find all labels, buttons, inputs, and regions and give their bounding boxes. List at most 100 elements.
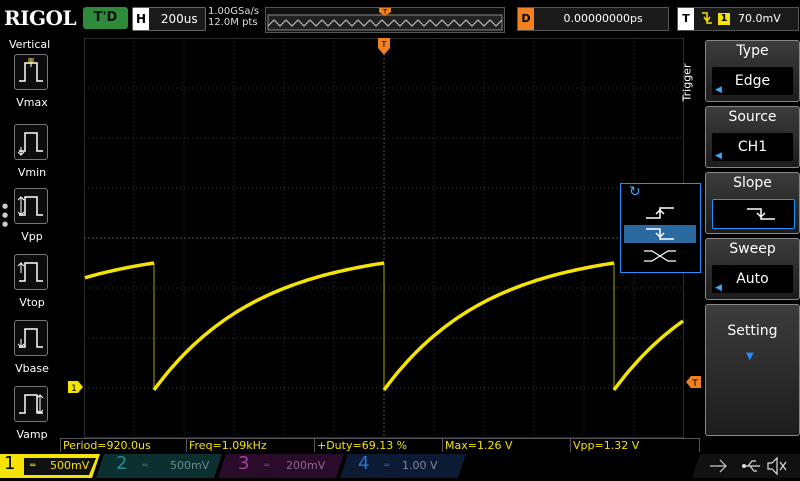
trigger-position-marker[interactable]: T (378, 38, 390, 56)
ch1-number: 1 (4, 453, 16, 474)
menu-title: Slope (733, 175, 772, 191)
rotate-knob-icon: ↻ (629, 184, 641, 200)
dc-coupling-icon: ═ (384, 461, 390, 471)
ch3-scale: 200mV (286, 459, 326, 472)
menu-title: Type (736, 43, 769, 59)
arrow-icon (706, 456, 738, 476)
measurement-duty[interactable]: +Duty=69.13 % (314, 438, 444, 453)
measurement-vpp[interactable]: Vpp=1.32 V (570, 438, 700, 453)
usb-icon (740, 456, 764, 476)
trigger-menu-tab: Trigger (680, 38, 704, 138)
ch1-tab[interactable]: 1 ═ 500mV (0, 453, 100, 478)
ch2-number: 2 (116, 453, 128, 474)
trigger-setting-button[interactable]: Setting ▼ (705, 304, 800, 436)
run-status-badge[interactable]: T'D (83, 7, 128, 29)
falling-edge-option[interactable] (624, 225, 696, 243)
svg-text:T: T (691, 379, 698, 388)
dc-coupling-icon: ═ (142, 461, 148, 471)
measure-label: Vmin (17, 166, 47, 179)
delay-label: D (518, 8, 534, 30)
left-triangle-icon: ◀ (715, 85, 722, 95)
measure-panel: Vertical ●●● Vmax Vmin Vpp Vtop Vbase (0, 36, 60, 452)
delay-box[interactable]: D 0.00000000ps (517, 7, 669, 31)
memory-depth: 12.0M pts (208, 17, 258, 28)
channel-bar: 1 ═ 500mV 2 ═ 500mV 3 ═ 200mV 4 ═ 1.00 V (0, 452, 800, 480)
rising-edge-icon (646, 207, 674, 219)
measurement-period[interactable]: Period=920.0us (60, 438, 188, 453)
either-edge-option[interactable] (624, 247, 696, 265)
dc-coupling-icon: ═ (30, 461, 36, 471)
left-triangle-icon: ◀ (715, 283, 722, 293)
falling-edge-icon (646, 228, 674, 240)
measure-label: Vpp (21, 230, 43, 243)
page-indicator: ● ● ● (2, 202, 9, 228)
either-edge-icon (644, 250, 676, 262)
delay-value: 0.00000000ps (563, 12, 643, 25)
menu-title: Sweep (729, 241, 776, 257)
trigger-sweep-button[interactable]: Sweep ◀ Auto (705, 238, 800, 300)
measure-vmin-button[interactable]: Vmin (14, 124, 50, 188)
rising-edge-option[interactable] (624, 204, 696, 222)
menu-value: ◀ Auto (712, 265, 793, 293)
measure-label: Vmax (16, 96, 48, 109)
vmax-icon (14, 54, 48, 90)
memory-strip: T (265, 7, 505, 33)
top-status-bar: RIGOL T'D H 200us 1.00GSa/s 12.0M pts T … (0, 0, 800, 36)
trigger-channel-badge: 1 (718, 13, 730, 25)
measurement-max[interactable]: Max=1.26 V (442, 438, 572, 453)
vbase-icon (14, 320, 48, 356)
ch1-offset-marker[interactable]: 1 (68, 381, 84, 393)
sound-muted-icon[interactable] (765, 455, 789, 477)
measure-vtop-button[interactable]: Vtop (14, 254, 50, 318)
waveform-display[interactable] (83, 37, 685, 439)
vtop-icon (14, 254, 48, 290)
measure-vmax-button[interactable]: Vmax (14, 54, 50, 118)
measure-label: Vtop (19, 296, 45, 309)
brand-logo: RIGOL (4, 6, 77, 30)
ch3-number: 3 (238, 453, 250, 474)
ch4-number: 4 (358, 453, 370, 474)
svg-text:T: T (381, 40, 387, 49)
ch4-tab[interactable]: 4 ═ 1.00 V (354, 453, 462, 478)
measurement-frequency[interactable]: Freq=1.09kHz (186, 438, 316, 453)
measure-label: Vbase (15, 362, 49, 375)
menu-title: Source (728, 109, 777, 125)
vmin-icon (14, 124, 48, 160)
timebase-label: H (133, 8, 149, 30)
memory-waveform-overview: T (266, 8, 504, 32)
falling-edge-icon (747, 208, 775, 220)
sample-rate: 1.00GSa/s (208, 6, 260, 17)
menu-value: ◀ CH1 (712, 133, 793, 161)
ch2-tab[interactable]: 2 ═ 500mV (112, 453, 220, 478)
trigger-level: 70.0mV (738, 12, 781, 25)
timebase-box[interactable]: H 200us (132, 7, 206, 31)
trigger-level-marker[interactable]: T (686, 376, 702, 388)
ch4-scale: 1.00 V (402, 459, 438, 472)
trigger-type-button[interactable]: Type ◀ Edge (705, 40, 800, 102)
dc-coupling-icon: ═ (264, 461, 270, 471)
trigger-source-button[interactable]: Source ◀ CH1 (705, 106, 800, 168)
timebase-value: 200us (160, 12, 198, 26)
measure-vamp-button[interactable]: Vamp (14, 386, 50, 450)
ch2-scale: 500mV (170, 459, 210, 472)
trigger-status-box[interactable]: T 1 70.0mV (677, 7, 799, 31)
measure-vbase-button[interactable]: Vbase (14, 320, 50, 384)
menu-title: Setting (727, 323, 778, 339)
ch3-tab[interactable]: 3 ═ 200mV (234, 453, 342, 478)
ch1-scale: 500mV (50, 459, 90, 472)
measure-label: Vamp (16, 428, 48, 441)
menu-value: ◀ Edge (712, 67, 793, 95)
trigger-menu-title: Trigger (680, 63, 694, 102)
sample-info: 1.00GSa/s 12.0M pts (208, 6, 259, 28)
left-triangle-icon: ◀ (715, 151, 722, 161)
down-triangle-icon: ▼ (746, 351, 754, 362)
svg-text:1: 1 (71, 384, 77, 393)
trigger-label: T (678, 8, 694, 30)
measurement-bar: Period=920.0us Freq=1.09kHz +Duty=69.13 … (60, 438, 700, 453)
trigger-slope-button[interactable]: Slope (705, 172, 800, 234)
vamp-icon (14, 386, 48, 422)
memory-trigger-marker: T (382, 8, 388, 16)
measure-category-title: Vertical (9, 38, 51, 51)
measure-vpp-button[interactable]: Vpp (14, 188, 50, 252)
falling-edge-icon (700, 8, 714, 36)
